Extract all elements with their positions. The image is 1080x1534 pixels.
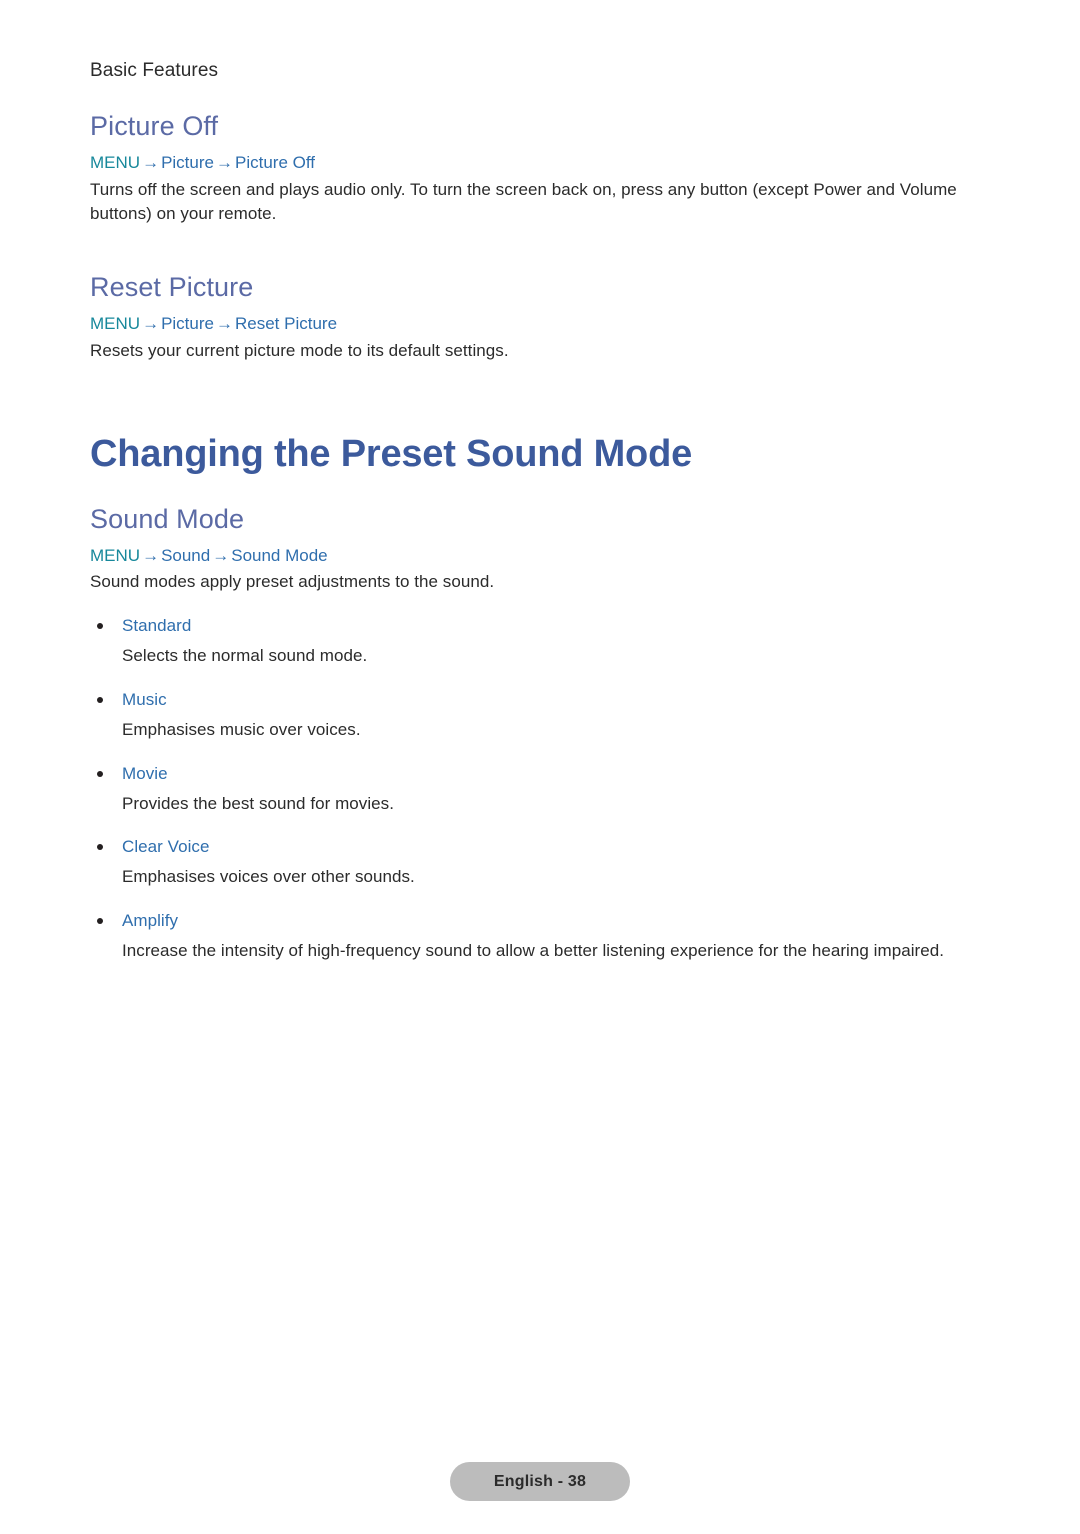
bullet-icon <box>97 623 103 630</box>
section-heading-sound-mode: Sound Mode <box>90 503 245 534</box>
bullet-icon <box>97 696 103 703</box>
section-heading-picture-off: Picture Off <box>90 111 219 141</box>
arrow-icon: → <box>142 313 160 333</box>
option-label: Music <box>122 689 167 709</box>
menu-path-node-2: Picture Off <box>234 152 315 172</box>
list-item: Amplify Increase the intensity of high-f… <box>90 910 980 964</box>
menu-path-node-2: Sound Mode <box>231 545 328 565</box>
option-label: Clear Voice <box>122 837 210 857</box>
option-label: Standard <box>122 616 192 636</box>
manual-page: Basic Features Picture Off MENU → Picture →… <box>0 0 1080 1534</box>
list-item: Clear Voice Emphasises voices over other… <box>90 836 980 890</box>
menu-path-node-1: Sound <box>161 545 211 565</box>
menu-path-root: MENU <box>90 545 141 565</box>
running-header: Basic Features <box>90 60 219 81</box>
menu-path-root: MENU <box>90 152 141 172</box>
option-description: Provides the best sound for movies. <box>122 793 394 813</box>
menu-path-node-2: Reset Picture <box>234 313 338 333</box>
menu-path-sound-mode: MENU → Sound → Sound Mode <box>90 545 980 568</box>
page-number-label: English - 38 <box>493 1472 587 1490</box>
arrow-icon: → <box>142 545 160 565</box>
option-description: Selects the normal sound mode. <box>122 646 368 666</box>
option-label: Amplify <box>122 911 179 931</box>
arrow-icon: → <box>142 152 160 172</box>
section-body-sound-mode: Sound modes apply preset adjustments to … <box>90 572 495 592</box>
menu-path-node-1: Picture <box>161 152 214 172</box>
list-item: Music Emphasises music over voices. <box>90 689 980 743</box>
page-number-badge: English - 38 <box>450 1462 630 1501</box>
section-body-reset-picture: Resets your current picture mode to its … <box>90 340 509 360</box>
bullet-icon <box>97 844 103 851</box>
bullet-icon <box>97 918 103 925</box>
menu-path-node-1: Picture <box>161 313 214 333</box>
list-item: Standard Selects the normal sound mode. <box>90 615 980 669</box>
option-description: Emphasises music over voices. <box>122 719 361 739</box>
menu-path-reset-picture: MENU → Picture → Reset Picture <box>90 313 980 336</box>
bullet-icon <box>97 770 103 777</box>
section-body-picture-off: Turns off the screen and plays audio onl… <box>90 179 957 224</box>
arrow-icon: → <box>212 545 230 565</box>
page-content: Picture Off MENU → Picture → Picture Off Tur… <box>90 111 980 964</box>
option-description: Increase the intensity of high-frequency… <box>122 941 945 961</box>
chapter-heading: Changing the Preset Sound Mode <box>90 433 693 476</box>
option-label: Movie <box>122 763 168 783</box>
arrow-icon: → <box>215 313 233 333</box>
section-heading-reset-picture: Reset Picture <box>90 271 254 302</box>
list-item: Movie Provides the best sound for movies… <box>90 763 980 817</box>
option-description: Emphasises voices over other sounds. <box>122 867 415 887</box>
menu-path-root: MENU <box>90 313 141 333</box>
arrow-icon: → <box>215 152 233 172</box>
sound-mode-option-list: Standard Selects the normal sound mode. … <box>90 615 980 964</box>
menu-path-picture-off: MENU → Picture → Picture Off <box>90 152 980 175</box>
